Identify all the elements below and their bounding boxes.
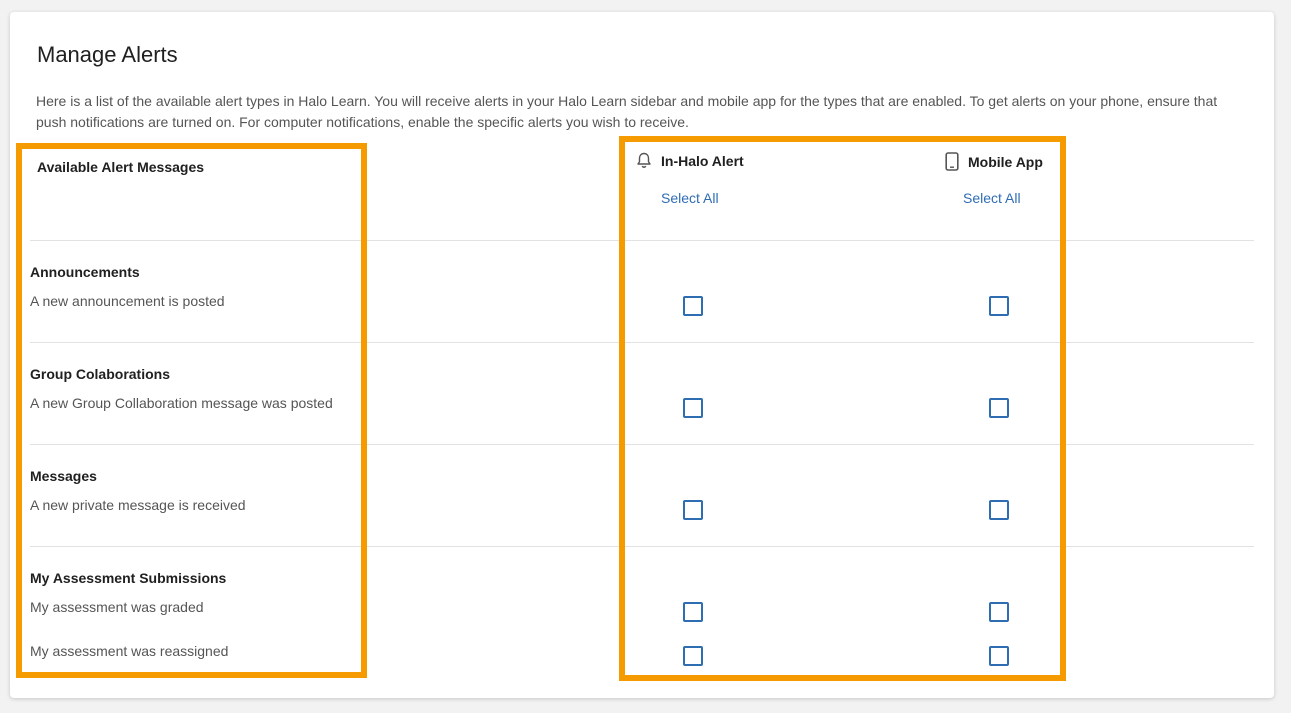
highlight-box-channels-columns — [619, 136, 1066, 681]
intro-text: Here is a list of the available alert ty… — [36, 93, 1218, 130]
highlight-box-messages-column — [16, 143, 367, 678]
page-title: Manage Alerts — [37, 42, 178, 67]
